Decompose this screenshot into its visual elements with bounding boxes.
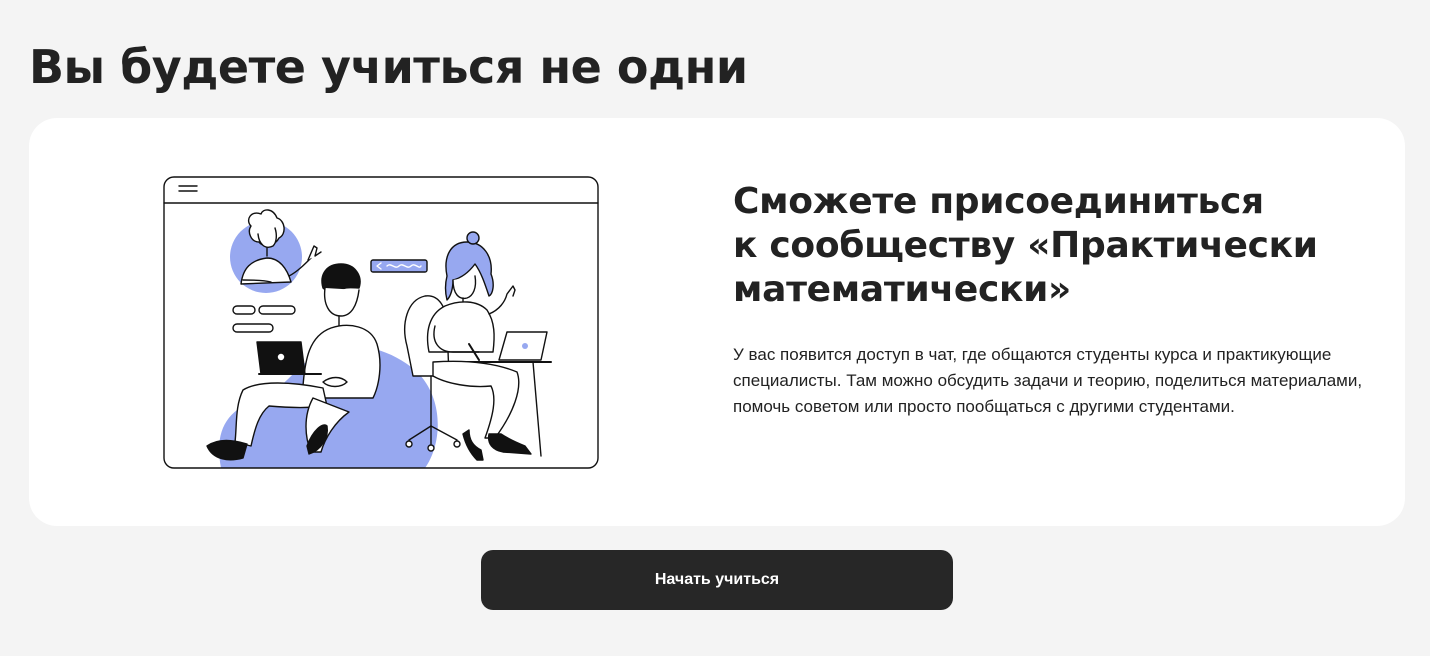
community-card: Сможете присоединиться к сообществу «Пра…	[29, 118, 1405, 526]
start-learning-button[interactable]: Начать учиться	[481, 550, 953, 610]
page-title: Вы будете учиться не одни	[29, 40, 748, 94]
card-description: У вас появится доступ в чат, где общаютс…	[733, 345, 1363, 416]
community-illustration	[163, 176, 599, 469]
card-heading-line: Сможете присоединиться	[733, 181, 1264, 222]
card-heading-line: к сообществу «Практически	[733, 225, 1318, 266]
card-heading-line: математически»	[733, 269, 1071, 310]
card-heading: Сможете присоединиться к сообществу «Пра…	[733, 180, 1373, 312]
